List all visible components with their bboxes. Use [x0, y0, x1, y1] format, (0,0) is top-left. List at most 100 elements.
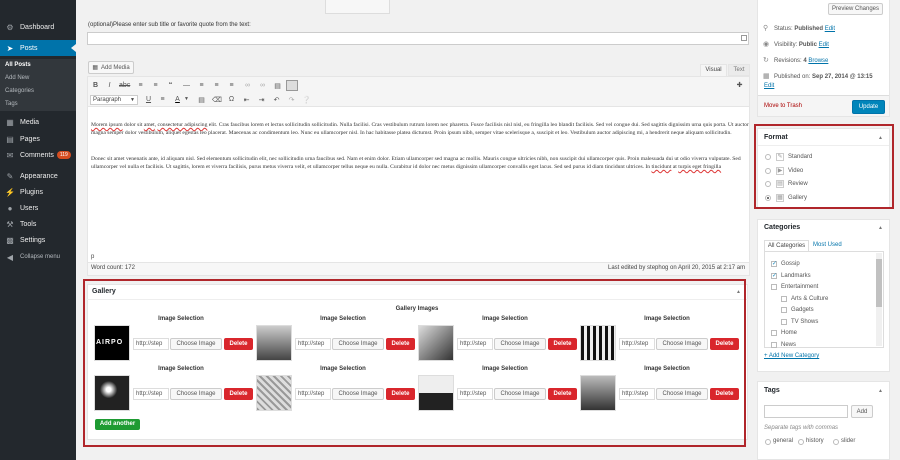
subtitle-input[interactable] — [87, 32, 749, 45]
outdent-icon[interactable]: ⇤ — [242, 96, 251, 104]
menu-pages[interactable]: ▤ Pages — [0, 131, 76, 147]
paste-text-icon[interactable]: ▤ — [197, 96, 206, 104]
menu-plugins[interactable]: ⚡ Plugins — [0, 184, 76, 200]
category-checkbox[interactable]: ✓ — [771, 272, 777, 279]
admin-sidebar: ⚙ Dashboard ➤ Posts All Posts Add New Cate… — [0, 0, 76, 460]
indent-icon[interactable]: ⇥ — [257, 96, 266, 104]
submenu-add-new[interactable]: Add New — [0, 72, 76, 85]
visibility-edit-link[interactable]: Edit — [819, 42, 829, 48]
brush-icon: ✎ — [6, 171, 14, 181]
tag-radio-general[interactable] — [765, 439, 771, 445]
revisions-line: Revisions: 4 Browse — [774, 58, 829, 64]
highlight-format — [754, 124, 894, 209]
category-checkbox[interactable] — [781, 307, 787, 313]
justify-icon[interactable]: ≡ — [158, 96, 167, 103]
add-new-category-link[interactable]: + Add New Category — [764, 353, 819, 359]
numbered-list-icon[interactable]: ≡ — [151, 82, 160, 89]
menu-comments[interactable]: ✉ Comments 119 — [0, 147, 76, 163]
highlight-gallery — [83, 279, 746, 447]
bold-icon[interactable]: B — [91, 82, 100, 89]
tag-label: history — [806, 438, 824, 444]
content-paragraph-1[interactable]: Morem ipsum dolor sit amet, consectetur … — [91, 121, 751, 137]
status-line: Status: Published Edit — [774, 26, 836, 32]
last-edited: Last edited by stephog on April 20, 2015… — [608, 265, 746, 271]
content-paragraph-2[interactable]: Donec sit amet venenatis ante, id aliqua… — [91, 155, 751, 171]
expand-icon[interactable] — [741, 35, 747, 41]
update-button[interactable]: Update — [852, 100, 885, 114]
submenu-all-posts[interactable]: All Posts — [0, 59, 76, 72]
category-scrollbar[interactable] — [876, 253, 882, 346]
category-checkbox[interactable] — [771, 330, 777, 336]
chevron-down-icon: ▼ — [130, 97, 135, 103]
tag-label: general — [773, 438, 794, 444]
help-icon[interactable]: ❔ — [302, 96, 311, 104]
text-color-icon[interactable]: A — [173, 96, 182, 103]
tab-text[interactable]: Text — [728, 64, 750, 76]
preview-changes-button[interactable]: Preview Changes — [828, 3, 883, 15]
menu-settings[interactable]: ▩ Settings — [0, 232, 76, 248]
align-right-icon[interactable]: ≡ — [227, 82, 236, 89]
category-checkbox[interactable] — [781, 295, 787, 302]
pin-icon: ⚲ — [763, 25, 769, 32]
toolbar-toggle-icon[interactable] — [286, 80, 298, 91]
comments-badge: 119 — [56, 151, 71, 159]
tag-input[interactable] — [764, 405, 848, 418]
menu-dashboard[interactable]: ⚙ Dashboard — [0, 19, 76, 35]
user-icon: ● — [7, 203, 13, 213]
chevron-down-icon[interactable]: ▼ — [182, 96, 191, 102]
menu-tools[interactable]: ⚒ Tools — [0, 216, 76, 232]
status-edit-link[interactable]: Edit — [825, 26, 835, 32]
tags-hint: Separate tags with commas — [764, 425, 839, 431]
link-icon[interactable]: ∞ — [243, 82, 252, 89]
horizontal-line-icon[interactable]: — — [182, 82, 191, 89]
underline-icon[interactable]: U — [144, 96, 153, 103]
blockquote-icon[interactable]: “ — [166, 82, 175, 89]
more-tag-icon[interactable]: ▤ — [273, 82, 282, 90]
published-on-edit-link[interactable]: Edit — [764, 83, 774, 89]
revisions-browse-link[interactable]: Browse — [808, 58, 828, 64]
category-label: News — [781, 341, 797, 348]
category-checkbox[interactable] — [771, 341, 777, 348]
submenu-categories[interactable]: Categories — [0, 85, 76, 98]
add-tag-button[interactable]: Add — [851, 405, 873, 418]
category-checkbox[interactable] — [771, 284, 777, 290]
menu-media[interactable]: ▦ Media — [0, 114, 76, 130]
collapse-arrow-icon[interactable]: ▲ — [878, 388, 883, 394]
submenu-tags[interactable]: Tags — [0, 98, 76, 111]
tab-most-used[interactable]: Most Used — [813, 242, 842, 248]
fullscreen-icon[interactable]: ✚ — [735, 81, 744, 89]
italic-icon[interactable]: I — [105, 82, 114, 89]
align-center-icon[interactable]: ≡ — [212, 82, 221, 89]
undo-icon[interactable]: ↶ — [272, 96, 281, 104]
strikethrough-icon[interactable]: abc — [119, 82, 130, 89]
categories-title: Categories — [764, 224, 801, 231]
menu-users[interactable]: ● Users — [0, 200, 76, 216]
tab-visual[interactable]: Visual — [700, 64, 727, 76]
media-icon: ▦ — [92, 65, 98, 71]
special-char-icon[interactable]: Ω — [227, 96, 236, 103]
format-select[interactable]: Paragraph ▼ — [90, 95, 138, 105]
word-count: Word count: 172 — [91, 265, 135, 271]
revisions-icon: ↻ — [763, 57, 769, 64]
tag-radio-slider[interactable] — [833, 439, 839, 445]
bullet-list-icon[interactable]: ≡ — [136, 82, 145, 89]
align-left-icon[interactable]: ≡ — [197, 82, 206, 89]
add-media-button[interactable]: ▦ Add Media — [88, 61, 134, 74]
scrollbar-thumb[interactable] — [876, 259, 882, 307]
collapse-menu[interactable]: ◀ Collapse menu — [0, 249, 76, 265]
category-label: Arts & Culture — [791, 295, 829, 302]
move-to-trash-link[interactable]: Move to Trash — [764, 103, 802, 109]
tag-label: slider — [841, 438, 856, 444]
collapse-arrow-icon[interactable]: ▲ — [878, 225, 883, 231]
unlink-icon[interactable]: ∞ — [258, 82, 267, 89]
category-checkbox[interactable] — [781, 318, 787, 325]
top-partial-button[interactable] — [325, 0, 390, 14]
comment-icon: ✉ — [6, 150, 14, 160]
category-label: Gadgets — [791, 307, 814, 313]
category-checkbox[interactable]: ✓ — [771, 261, 777, 267]
menu-appearance[interactable]: ✎ Appearance — [0, 168, 76, 184]
clear-format-icon[interactable]: ⌫ — [212, 96, 222, 104]
menu-posts[interactable]: ➤ Posts — [0, 40, 76, 56]
redo-icon[interactable]: ↷ — [287, 96, 296, 104]
tag-radio-history[interactable] — [798, 439, 804, 445]
